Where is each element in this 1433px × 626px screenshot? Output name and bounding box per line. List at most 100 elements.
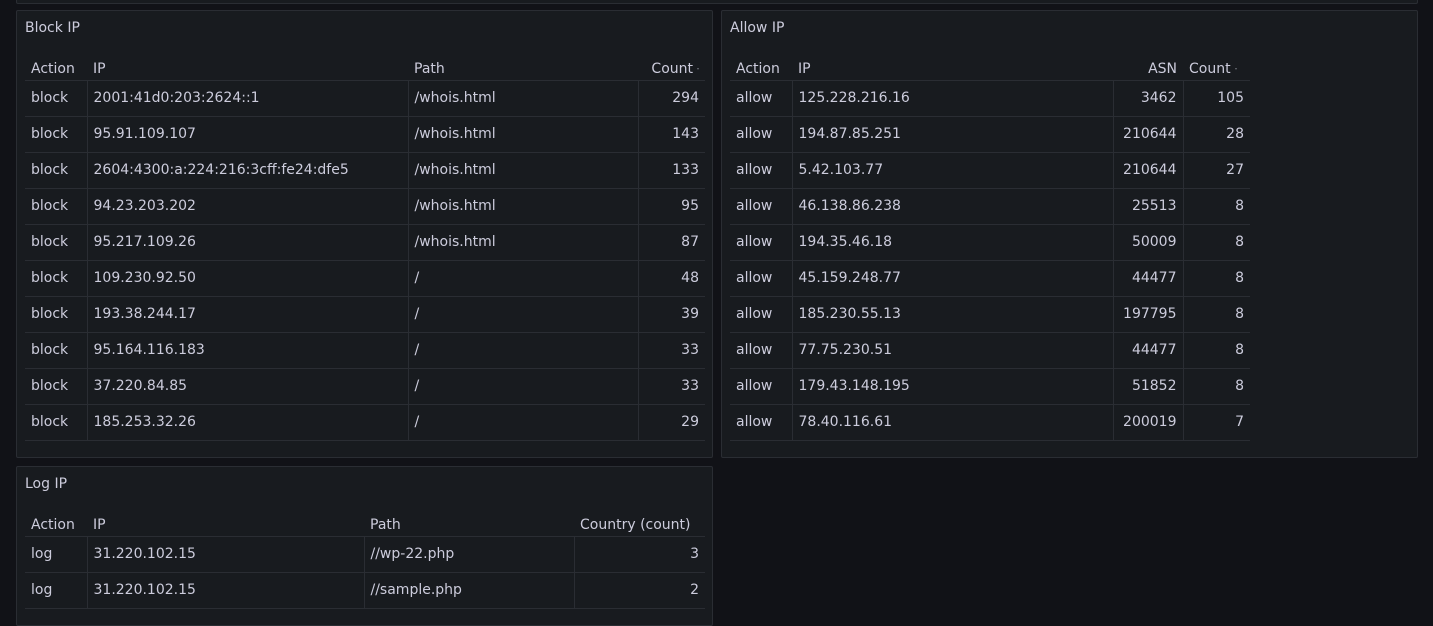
column-header-asn[interactable]: ASN (1113, 59, 1183, 81)
cell-action: allow (730, 260, 792, 297)
table-row[interactable]: allow 125.228.216.16 3462 105 (730, 80, 1250, 117)
table-row[interactable]: block 2604:4300:a:224:216:3cff:fe24:dfe5/… (25, 152, 705, 189)
column-header-path[interactable]: Path (408, 59, 638, 81)
table-header-row: Action IP Path Count (25, 59, 705, 81)
cell-ip: 185.230.55.13 (791, 296, 1113, 333)
cell-count: 3 (573, 536, 705, 573)
column-header-ip[interactable]: IP (87, 515, 364, 537)
cell-ip: 179.43.148.195 (791, 368, 1113, 405)
cell-action: block (25, 260, 87, 297)
cell-path: / (407, 332, 638, 369)
table-row[interactable]: block 95.217.109.26/whois.html 87 (25, 224, 705, 261)
cell-ip: 77.75.230.51 (791, 332, 1113, 369)
cell-path: //wp-22.php (363, 536, 574, 573)
cell-path: //sample.php (363, 572, 574, 609)
cell-ip: 194.35.46.18 (791, 224, 1113, 261)
table-row[interactable]: block 193.38.244.17/39 (25, 296, 705, 333)
table-row[interactable]: block 37.220.84.85/33 (25, 368, 705, 405)
cell-count: 39 (637, 296, 705, 333)
cell-path: /whois.html (407, 224, 638, 261)
block-ip-panel: Block IP Action IP Path Count block 2001:… (16, 10, 713, 458)
cell-ip: 95.217.109.26 (86, 224, 408, 261)
cell-ip: 95.91.109.107 (86, 116, 408, 153)
table-row[interactable]: block 2001:41d0:203:2624::1/whois.html 294 (25, 80, 705, 117)
cell-count: 8 (1182, 224, 1250, 261)
column-header-action[interactable]: Action (25, 515, 87, 537)
cell-count: 33 (637, 332, 705, 369)
column-header-count[interactable]: Count (638, 59, 705, 81)
cell-action: allow (730, 152, 792, 189)
table-row[interactable]: allow 185.230.55.13 197795 8 (730, 296, 1250, 333)
cell-action: allow (730, 296, 792, 333)
table-row[interactable]: block 95.164.116.183/33 (25, 332, 705, 369)
table-row[interactable]: allow 194.87.85.251 210644 28 (730, 116, 1250, 153)
cell-action: allow (730, 224, 792, 261)
column-header-ip[interactable]: IP (87, 59, 408, 81)
table-row[interactable]: allow 194.35.46.18 50009 8 (730, 224, 1250, 261)
cell-path: /whois.html (407, 152, 638, 189)
column-header-ip[interactable]: IP (792, 59, 1113, 81)
table-row[interactable]: allow 77.75.230.51 44477 8 (730, 332, 1250, 369)
panel-title[interactable]: Block IP (25, 20, 80, 36)
cell-action: block (25, 116, 87, 153)
table-header-row: Action IP Path Country (count) (25, 515, 705, 537)
panel-title[interactable]: Allow IP (730, 20, 784, 36)
cell-action: block (25, 188, 87, 225)
panel-title[interactable]: Log IP (25, 476, 67, 492)
column-header-label: Count (651, 61, 693, 78)
table-row[interactable]: log 31.220.102.15//wp-22.php 3 (25, 536, 705, 573)
cell-count: 2 (573, 572, 705, 609)
cell-ip: 78.40.116.61 (791, 404, 1113, 441)
cell-action: block (25, 332, 87, 369)
cell-count: 48 (637, 260, 705, 297)
table-row[interactable]: log 31.220.102.15//sample.php 2 (25, 572, 705, 609)
table-row[interactable]: allow 78.40.116.61 200019 7 (730, 404, 1250, 441)
cell-count: 143 (637, 116, 705, 153)
table-row[interactable]: allow 5.42.103.77 210644 27 (730, 152, 1250, 189)
cell-count: 8 (1182, 260, 1250, 297)
cell-ip: 194.87.85.251 (791, 116, 1113, 153)
cell-asn: 210644 (1112, 116, 1183, 153)
cell-action: block (25, 368, 87, 405)
cell-action: allow (730, 116, 792, 153)
cell-ip: 31.220.102.15 (86, 572, 364, 609)
cell-asn: 197795 (1112, 296, 1183, 333)
cell-action: allow (730, 80, 792, 117)
table-row[interactable]: block 109.230.92.50/48 (25, 260, 705, 297)
table-row[interactable]: block 95.91.109.107/whois.html 143 (25, 116, 705, 153)
cell-ip: 2001:41d0:203:2624::1 (86, 80, 408, 117)
cell-ip: 45.159.248.77 (791, 260, 1113, 297)
cell-count: 8 (1182, 296, 1250, 333)
column-header-action[interactable]: Action (25, 59, 87, 81)
cell-path: / (407, 260, 638, 297)
column-header-path[interactable]: Path (364, 515, 574, 537)
column-header-count[interactable]: Count (1183, 59, 1250, 81)
cell-path: /whois.html (407, 116, 638, 153)
cell-asn: 210644 (1112, 152, 1183, 189)
log-ip-panel: Log IP Action IP Path Country (count) lo… (16, 466, 713, 626)
cell-action: block (25, 224, 87, 261)
table-row[interactable]: allow 179.43.148.195 51852 8 (730, 368, 1250, 405)
column-header-country-count[interactable]: Country (count) (574, 515, 705, 537)
cell-action: allow (730, 332, 792, 369)
top-panel-edge (16, 0, 1418, 4)
cell-count: 87 (637, 224, 705, 261)
cell-action: allow (730, 188, 792, 225)
cell-action: block (25, 80, 87, 117)
cell-action: allow (730, 404, 792, 441)
table-row[interactable]: block 185.253.32.26/29 (25, 404, 705, 441)
cell-count: 7 (1182, 404, 1250, 441)
table-row[interactable]: allow 46.138.86.238 25513 8 (730, 188, 1250, 225)
table-row[interactable]: block 94.23.203.202/whois.html 95 (25, 188, 705, 225)
cell-count: 8 (1182, 188, 1250, 225)
column-header-action[interactable]: Action (730, 59, 792, 81)
cell-action: allow (730, 368, 792, 405)
cell-count: 27 (1182, 152, 1250, 189)
cell-ip: 109.230.92.50 (86, 260, 408, 297)
cell-asn: 51852 (1112, 368, 1183, 405)
sort-indicator-icon (1234, 68, 1237, 71)
log-ip-table: Action IP Path Country (count) log 31.220… (25, 515, 705, 609)
cell-action: block (25, 152, 87, 189)
table-row[interactable]: allow 45.159.248.77 44477 8 (730, 260, 1250, 297)
cell-path: / (407, 404, 638, 441)
